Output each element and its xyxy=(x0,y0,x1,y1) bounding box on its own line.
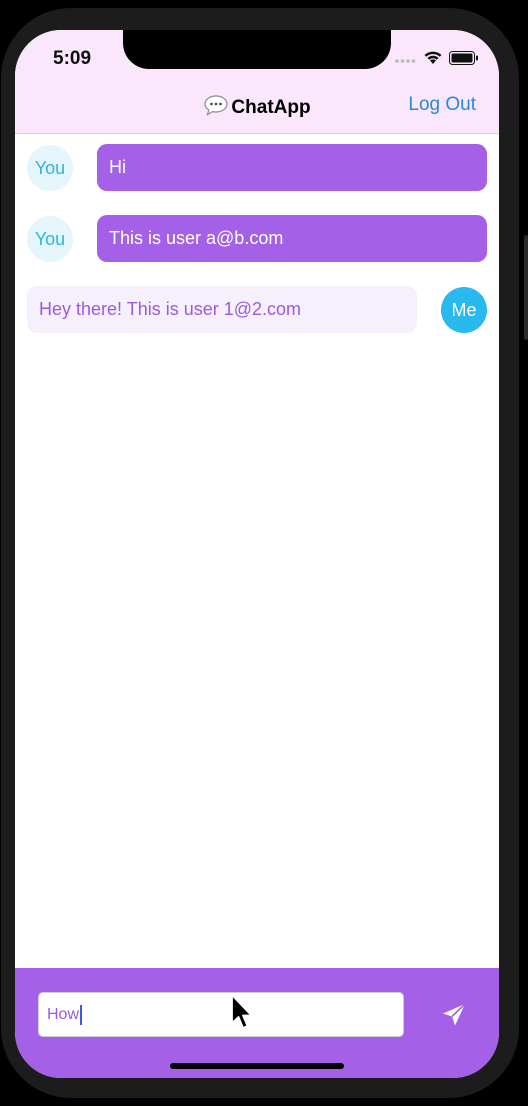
status-time: 5:09 xyxy=(53,48,92,69)
message-row: Hey there! This is user 1@2.com Me xyxy=(15,286,499,334)
message-bubble: This is user a@b.com xyxy=(97,215,487,262)
notch xyxy=(123,30,391,69)
status-icons xyxy=(395,50,479,70)
sender-avatar: You xyxy=(27,145,73,191)
sender-avatar: Me xyxy=(441,287,487,333)
battery-icon xyxy=(449,50,479,70)
message-row: You Hi xyxy=(15,144,499,192)
composer-bar: How xyxy=(15,968,499,1078)
sender-avatar: You xyxy=(27,216,73,262)
signal-icon xyxy=(395,51,417,69)
device-frame: 5:09 ChatApp Log Out You Hi You This is … xyxy=(0,0,528,1106)
message-input[interactable]: How xyxy=(38,992,404,1037)
speech-bubble-icon xyxy=(203,94,229,122)
text-caret xyxy=(80,1004,83,1025)
message-bubble: Hi xyxy=(97,144,487,191)
message-bubble: Hey there! This is user 1@2.com xyxy=(27,286,417,333)
message-row: You This is user a@b.com xyxy=(15,215,499,263)
paper-plane-icon xyxy=(439,1003,469,1034)
wifi-icon xyxy=(423,50,443,70)
side-button xyxy=(524,235,528,340)
logout-button[interactable]: Log Out xyxy=(408,94,476,116)
app-screen: 5:09 ChatApp Log Out You Hi You This is … xyxy=(15,30,499,1078)
mouse-pointer-icon xyxy=(229,993,255,1033)
app-title: ChatApp xyxy=(231,97,311,118)
home-indicator[interactable] xyxy=(170,1063,344,1069)
send-button[interactable] xyxy=(439,1000,469,1030)
message-input-value: How xyxy=(47,1005,80,1023)
